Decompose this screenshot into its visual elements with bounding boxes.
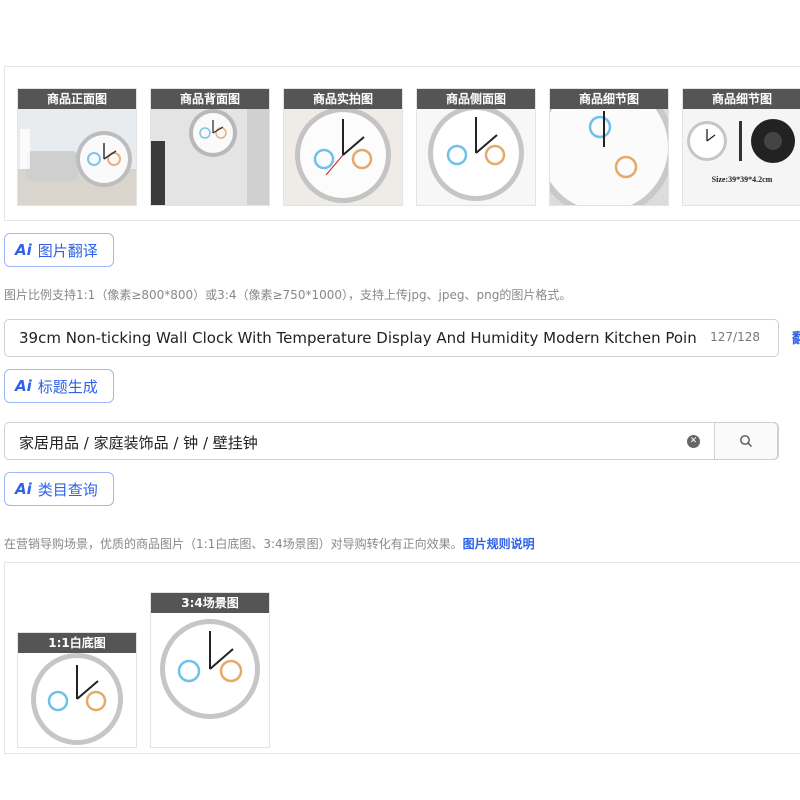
category-query-label: 类目查询: [37, 480, 98, 499]
white-background-image[interactable]: 1:1白底图: [17, 632, 137, 748]
title-generate-label: 标题生成: [37, 377, 98, 396]
truncated-side-label: 翻: [792, 331, 800, 347]
product-image-real[interactable]: 商品实拍图: [283, 88, 403, 206]
thumb-caption: 商品背面图: [151, 89, 269, 109]
ai-icon: Ai: [15, 241, 32, 259]
size-caption: Size:39*39*4.2cm: [711, 175, 773, 184]
image-rules-link[interactable]: 图片规则说明: [463, 537, 535, 551]
image-translate-button[interactable]: Ai 图片翻译: [4, 233, 114, 267]
thumb-caption: 1:1白底图: [18, 633, 136, 653]
marketing-image-hint: 在营销导购场景，优质的商品图片（1:1白底图、3:4场景图）对导购转化有正向效果…: [4, 535, 535, 552]
title-input[interactable]: 39cm Non-ticking Wall Clock With Tempera…: [4, 319, 779, 357]
category-search-button[interactable]: [714, 422, 778, 460]
category-query-button[interactable]: Ai 类目查询: [4, 472, 114, 506]
thumb-caption: 商品实拍图: [284, 89, 402, 109]
thumb-caption: 商品细节图: [683, 89, 800, 109]
ai-icon: Ai: [15, 480, 32, 498]
search-icon: [740, 435, 752, 447]
product-image-detail-1[interactable]: 商品细节图: [549, 88, 669, 206]
scene-image[interactable]: 3:4场景图: [150, 592, 270, 748]
product-image-front[interactable]: 商品正面图: [17, 88, 137, 206]
thumb-caption: 商品细节图: [550, 89, 668, 109]
category-input[interactable]: 家居用品 / 家庭装饰品 / 钟 / 壁挂钟 ✕: [4, 422, 779, 460]
product-image-detail-2[interactable]: 商品细节图 Size:39*39*4.2cm: [682, 88, 800, 206]
product-image-back[interactable]: 商品背面图: [150, 88, 270, 206]
marketing-hint-text: 在营销导购场景，优质的商品图片（1:1白底图、3:4场景图）对导购转化有正向效果…: [4, 537, 463, 551]
title-char-counter: 127/128: [710, 330, 760, 344]
image-translate-label: 图片翻译: [37, 241, 98, 260]
image-ratio-hint: 图片比例支持1:1（像素≥800*800）或3:4（像素≥750*1000），支…: [4, 288, 572, 302]
clock-scene-photo-icon: [151, 593, 269, 747]
product-image-side[interactable]: 商品侧面图: [416, 88, 536, 206]
title-input-value: 39cm Non-ticking Wall Clock With Tempera…: [19, 329, 697, 347]
thumb-caption: 商品侧面图: [417, 89, 535, 109]
category-input-value: 家居用品 / 家庭装饰品 / 钟 / 壁挂钟: [19, 434, 258, 452]
clear-icon[interactable]: ✕: [687, 435, 700, 448]
title-generate-button[interactable]: Ai 标题生成: [4, 369, 114, 403]
ai-icon: Ai: [15, 377, 32, 395]
thumb-caption: 3:4场景图: [151, 593, 269, 613]
thumb-caption: 商品正面图: [18, 89, 136, 109]
